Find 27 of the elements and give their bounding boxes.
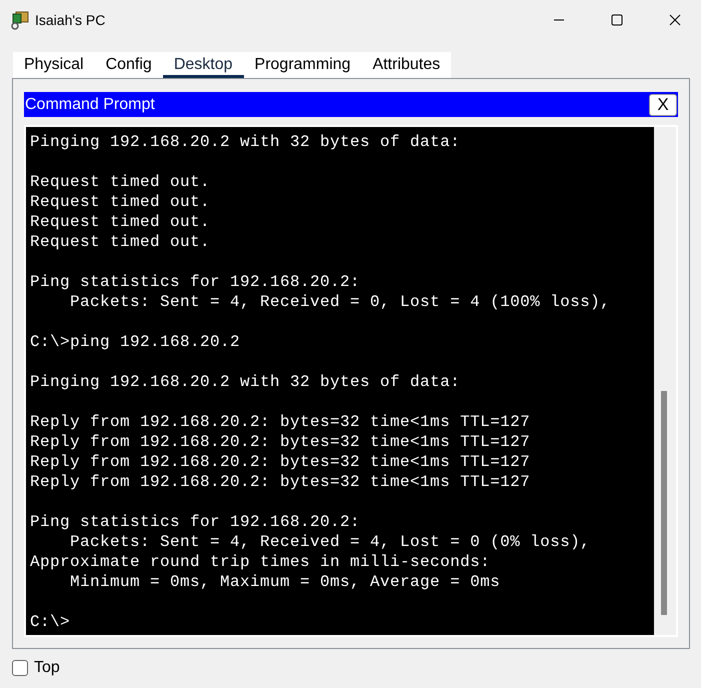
window-title: Isaiah's PC <box>35 12 106 28</box>
console-line: Reply from 192.168.20.2: bytes=32 time<1ms TTL=127 <box>30 412 532 432</box>
console-line: Ping statistics for 192.168.20.2: <box>30 272 362 292</box>
console-line: Request timed out. <box>30 192 212 212</box>
console-line: C:\> <box>30 612 72 632</box>
command-prompt-title: Command Prompt <box>25 96 155 114</box>
console-line: Request timed out. <box>30 212 212 232</box>
console-line: Pinging 192.168.20.2 with 32 bytes of data: <box>30 372 462 392</box>
console-line: Approximate round trip times in milli-seconds: <box>30 552 492 572</box>
console-line: Request timed out. <box>30 172 212 192</box>
close-button[interactable]: X <box>649 94 677 116</box>
console-line: Reply from 192.168.20.2: bytes=32 time<1ms TTL=127 <box>30 452 532 472</box>
console-line: Packets: Sent = 4, Received = 0, Lost = 4 (100% loss), <box>69 292 612 312</box>
console-line: Request timed out. <box>30 232 212 252</box>
scrollbar-thumb[interactable] <box>661 391 667 615</box>
console-line: Reply from 192.168.20.2: bytes=32 time<1ms TTL=127 <box>30 432 532 452</box>
checkbox-label: Top <box>34 659 60 677</box>
close-icon[interactable] <box>669 14 681 26</box>
console-line: Pinging 192.168.20.2 with 32 bytes of data: <box>30 132 462 152</box>
checkbox[interactable] <box>12 660 28 676</box>
console-line: Reply from 192.168.20.2: bytes=32 time<1ms TTL=127 <box>30 472 532 492</box>
console-line: Ping statistics for 192.168.20.2: <box>30 512 362 532</box>
computer-icon <box>10 10 30 30</box>
console-line: Packets: Sent = 4, Received = 4, Lost = 0 (0% loss), <box>69 532 592 552</box>
console-line: Minimum = 0ms, Maximum = 0ms, Average = 0ms <box>69 572 502 592</box>
console-line: C:\>ping 192.168.20.2 <box>30 332 242 352</box>
maximize-icon[interactable] <box>611 14 623 26</box>
